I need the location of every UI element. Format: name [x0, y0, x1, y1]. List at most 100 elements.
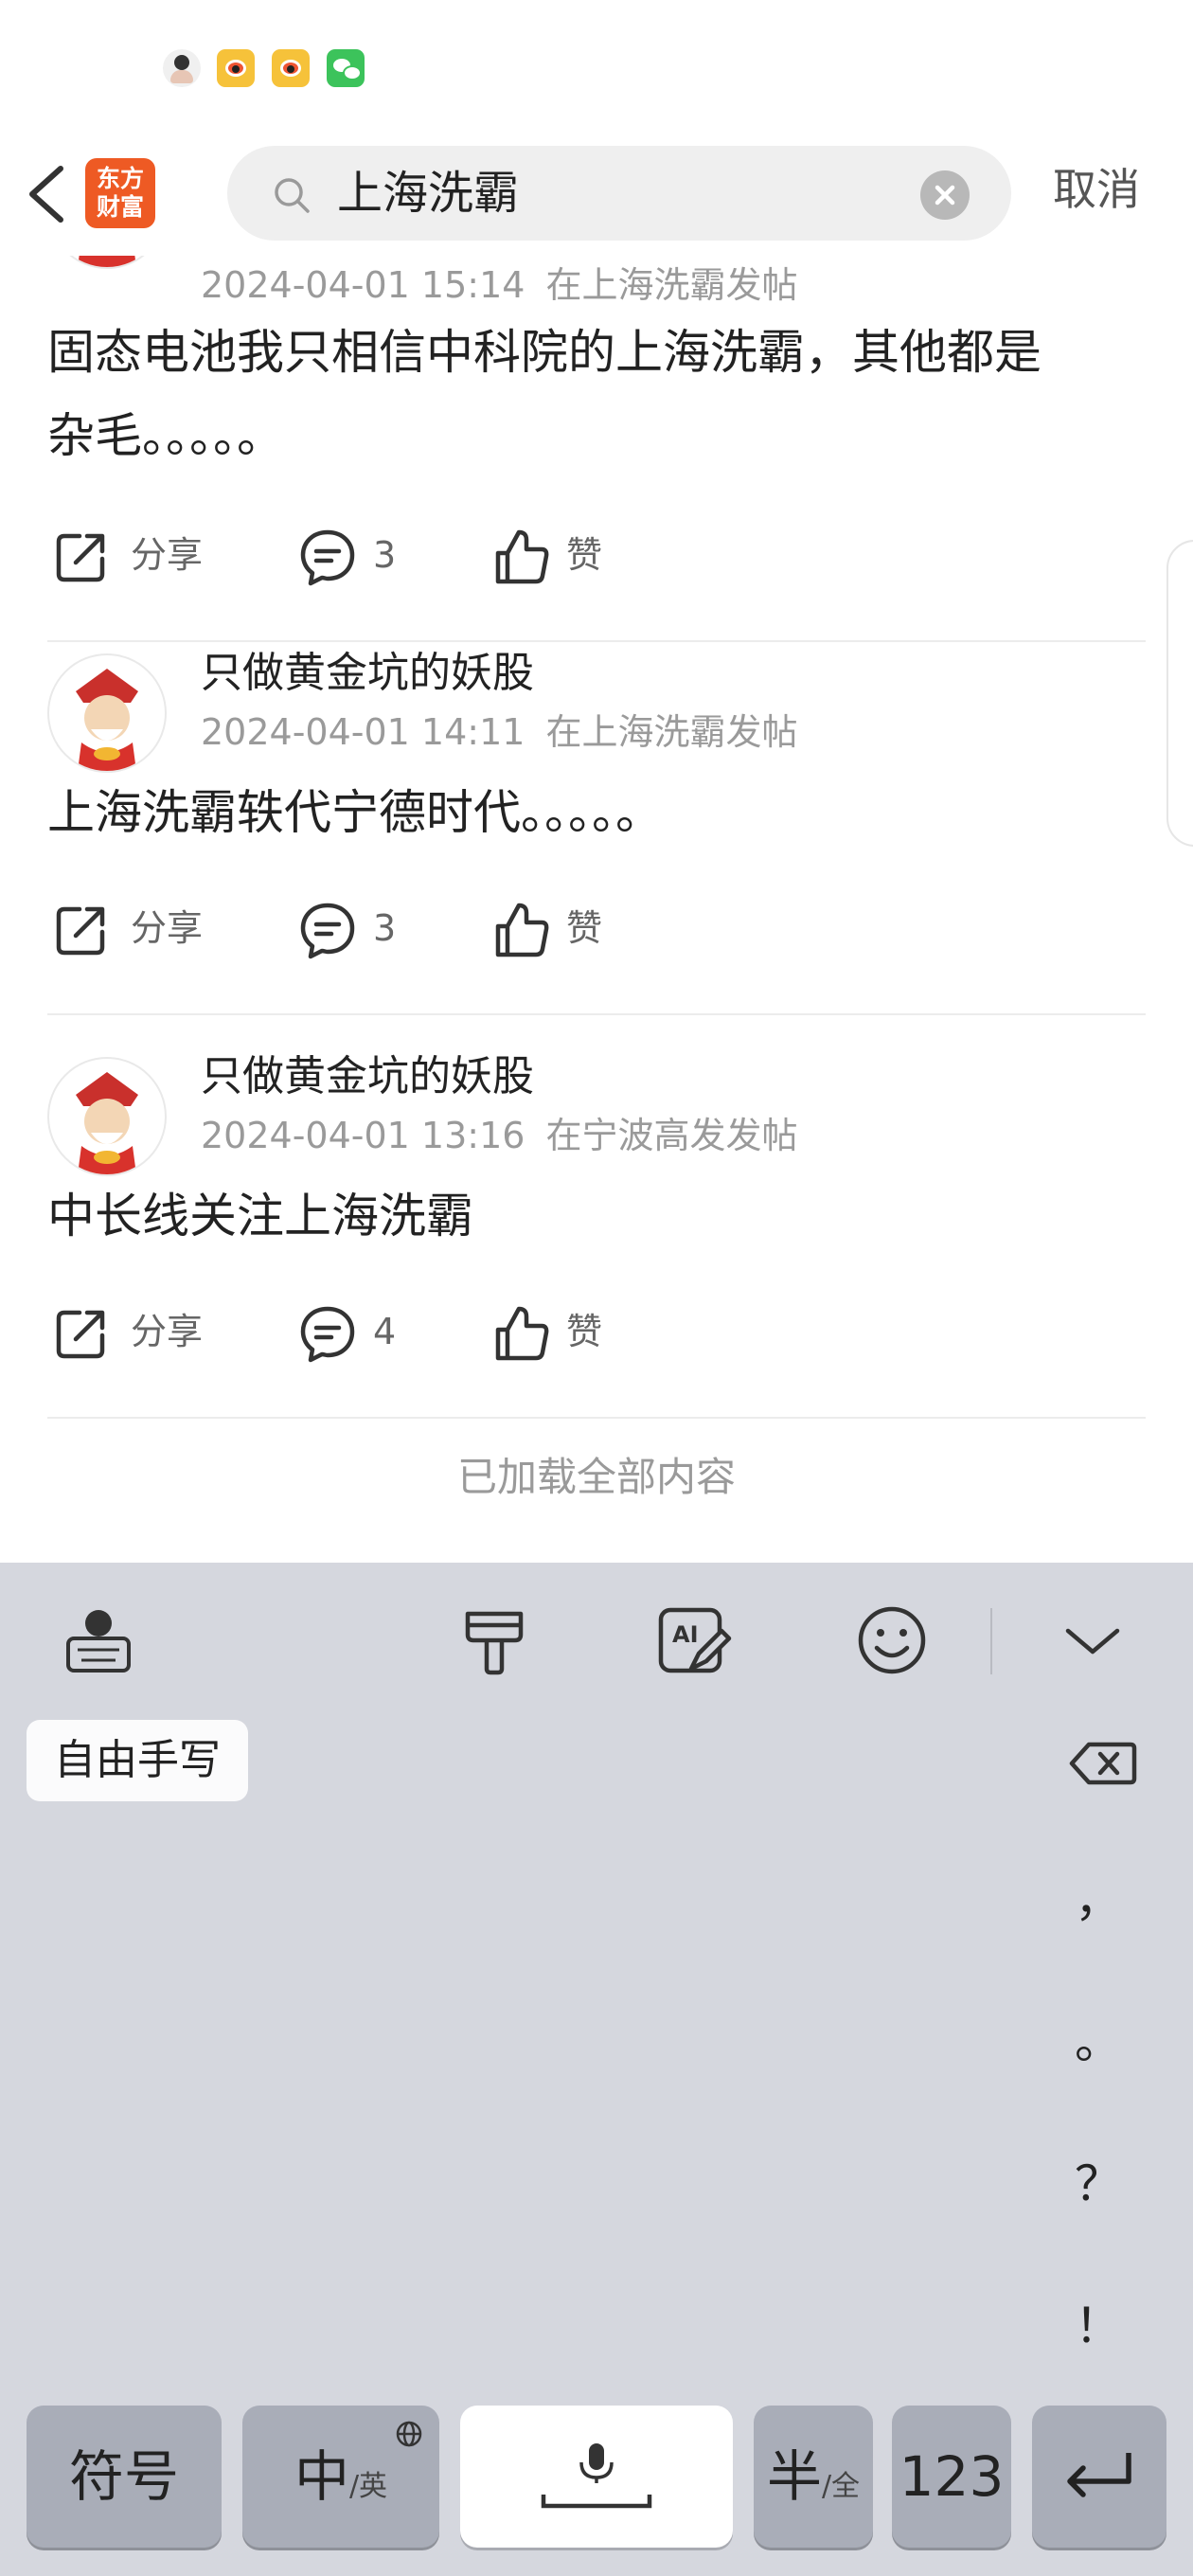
- thumbs-up-icon: [495, 1306, 549, 1361]
- post-text-line: 中长线关注上海洗霸: [47, 1189, 473, 1243]
- like-button[interactable]: 赞: [490, 900, 604, 957]
- post-location[interactable]: 在上海洗霸发帖: [545, 264, 797, 306]
- post-date: 2024-04-01 13:16: [201, 1115, 525, 1156]
- post-location[interactable]: 在上海洗霸发帖: [545, 711, 797, 753]
- author-name[interactable]: 只做黄金坑的妖股: [201, 1051, 534, 1102]
- key-sublabel: /英: [348, 2470, 388, 2503]
- post-text-line: 杂毛。。。。。: [47, 408, 284, 463]
- search-icon: [275, 178, 310, 213]
- comma-key[interactable]: ，: [1070, 1862, 1127, 1930]
- keyboard-settings-button[interactable]: [59, 1601, 138, 1680]
- comment-button[interactable]: 3: [297, 900, 411, 959]
- side-panel-handle[interactable]: [1166, 540, 1193, 847]
- app-logo[interactable]: 东方 财富: [85, 158, 155, 228]
- free-handwriting-button[interactable]: 自由手写: [27, 1720, 248, 1801]
- post-content[interactable]: 固态电池我只相信中科院的上海洗霸，其他都是 杂毛。。。。。: [47, 311, 1146, 477]
- ai-writing-button[interactable]: AI: [653, 1601, 733, 1680]
- collapse-keyboard-button[interactable]: [1053, 1601, 1132, 1680]
- wechat-notification-icon: [327, 49, 365, 87]
- language-switch-key[interactable]: 中/英: [242, 2406, 439, 2548]
- back-button[interactable]: [21, 161, 78, 227]
- post-date: 2024-04-01 14:11: [201, 711, 525, 753]
- microphone-space-icon: [541, 2443, 652, 2509]
- comment-count: 3: [373, 534, 397, 576]
- post-divider: [47, 1417, 1146, 1419]
- post-meta: 2024-04-01 14:11 在上海洗霸发帖: [201, 710, 818, 754]
- key-label: 符号: [68, 2444, 179, 2509]
- question-key[interactable]: ？: [1070, 2146, 1127, 2214]
- share-icon: [56, 533, 105, 582]
- post-date: 2024-04-01 15:14: [201, 264, 525, 306]
- like-button[interactable]: 赞: [490, 1303, 604, 1361]
- comment-icon: [300, 1306, 355, 1363]
- period-key[interactable]: 。: [1070, 2004, 1127, 2072]
- share-button[interactable]: 分享: [51, 900, 222, 957]
- post-divider: [47, 1013, 1146, 1015]
- post-card[interactable]: 只做黄金坑的妖股 2024-04-01 13:16 在宁波高发发帖 中长线关注上海…: [0, 1052, 1193, 1460]
- like-label: 赞: [566, 534, 603, 576]
- post-divider: [47, 640, 1146, 642]
- weibo-notification-icon: [217, 49, 255, 87]
- key-label: 半: [766, 2444, 822, 2509]
- avatar[interactable]: [47, 653, 167, 773]
- globe-keyboard-icon: [66, 1610, 131, 1673]
- key-label: 123: [899, 2444, 1005, 2509]
- thumbs-up-icon: [495, 903, 549, 957]
- profile-notification-icon: [163, 49, 201, 87]
- caishen-avatar-icon: [76, 669, 138, 771]
- globe-icon: [396, 2421, 422, 2447]
- search-results-feed[interactable]: 2024-04-01 15:14 在上海洗霸发帖 固态电池我只相信中科院的上海洗霸…: [0, 256, 1193, 1563]
- like-label: 赞: [566, 907, 603, 949]
- clear-icon[interactable]: [920, 170, 970, 220]
- comment-count: 3: [373, 907, 397, 949]
- author-name[interactable]: 只做黄金坑的妖股: [201, 648, 534, 699]
- comment-icon: [300, 529, 355, 586]
- skin-theme-button[interactable]: [454, 1601, 534, 1680]
- comment-button[interactable]: 3: [297, 527, 411, 586]
- enter-key[interactable]: [1032, 2406, 1166, 2548]
- post-location[interactable]: 在宁波高发发帖: [545, 1115, 797, 1156]
- like-button[interactable]: 赞: [490, 527, 604, 584]
- post-card[interactable]: 2024-04-01 15:14 在上海洗霸发帖 固态电池我只相信中科院的上海洗霸…: [0, 256, 1193, 642]
- share-icon: [56, 1310, 105, 1359]
- thumbs-up-icon: [495, 529, 549, 584]
- search-header: 东方 财富 上海洗霸 取消: [0, 133, 1193, 256]
- emoji-icon: [858, 1606, 926, 1674]
- exclamation-key[interactable]: ！: [1070, 2288, 1127, 2356]
- backspace-icon: [1069, 1742, 1137, 1785]
- emoji-button[interactable]: [852, 1601, 932, 1680]
- space-voice-key[interactable]: [460, 2406, 733, 2548]
- svg-text:AI: AI: [672, 1621, 699, 1648]
- backspace-button[interactable]: [1062, 1724, 1142, 1803]
- search-bar[interactable]: 上海洗霸: [227, 146, 1011, 241]
- numbers-key[interactable]: 123: [892, 2406, 1011, 2548]
- status-bar: [0, 0, 1193, 133]
- comment-button[interactable]: 4: [297, 1303, 411, 1363]
- share-icon: [56, 906, 105, 956]
- caishen-avatar-icon: [76, 1072, 138, 1174]
- avatar[interactable]: [47, 256, 167, 269]
- post-content[interactable]: 中长线关注上海洗霸: [47, 1174, 1146, 1258]
- share-button[interactable]: 分享: [51, 527, 222, 583]
- caishen-avatar-icon: [78, 256, 136, 267]
- post-content[interactable]: 上海洗霸轶代宁德时代。。。。。: [47, 771, 1146, 854]
- half-full-width-key[interactable]: 半/全: [754, 2406, 873, 2548]
- avatar[interactable]: [47, 1057, 167, 1176]
- share-button[interactable]: 分享: [51, 1303, 222, 1360]
- symbols-key[interactable]: 符号: [27, 2406, 222, 2548]
- cancel-button[interactable]: 取消: [1053, 161, 1140, 218]
- post-text-line: 上海洗霸轶代宁德时代。。。。。: [47, 785, 663, 840]
- chevron-down-icon: [1065, 1628, 1120, 1655]
- toolbar-divider: [990, 1608, 992, 1674]
- share-label: 分享: [131, 534, 204, 576]
- ai-pen-icon: AI: [658, 1607, 732, 1673]
- post-meta: 2024-04-01 15:14 在上海洗霸发帖: [201, 263, 818, 307]
- comment-count: 4: [373, 1311, 397, 1352]
- share-label: 分享: [131, 907, 204, 949]
- brush-icon: [465, 1611, 524, 1675]
- post-card[interactable]: 只做黄金坑的妖股 2024-04-01 14:11 在上海洗霸发帖 上海洗霸轶代宁…: [0, 649, 1193, 1057]
- key-sublabel: /全: [821, 2470, 861, 2503]
- post-meta: 2024-04-01 13:16 在宁波高发发帖: [201, 1114, 818, 1157]
- enter-icon: [1067, 2453, 1131, 2497]
- search-input[interactable]: 上海洗霸: [337, 169, 519, 218]
